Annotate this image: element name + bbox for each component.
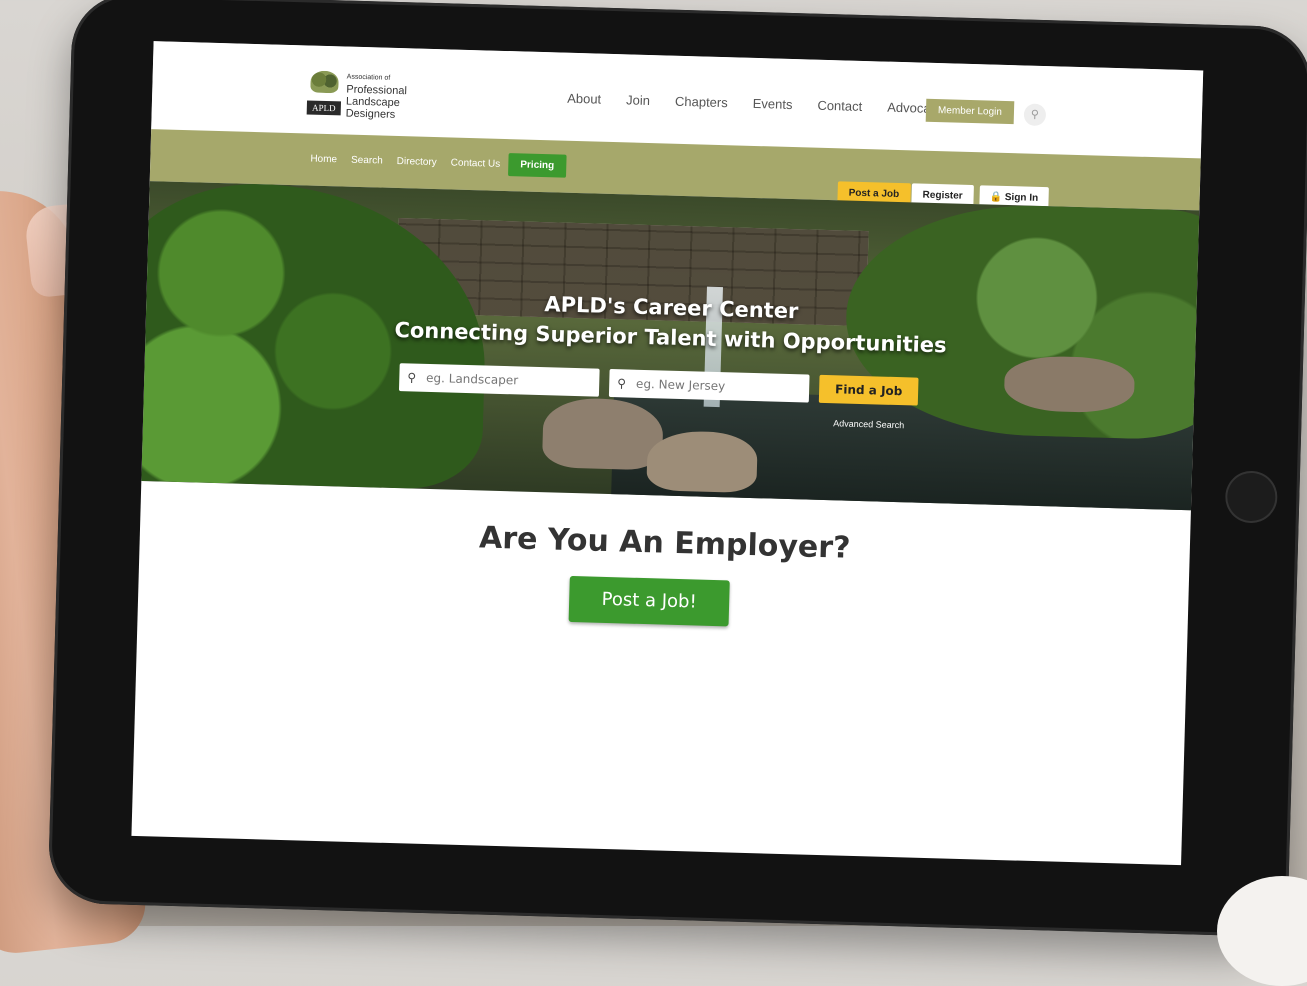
employer-heading: Are You An Employer? [478,520,851,566]
logo-line4: Designers [345,107,396,121]
subnav-contact-us[interactable]: Contact Us [451,157,501,169]
post-a-job-cta-button[interactable]: Post a Job! [568,575,730,627]
subnav-search[interactable]: Search [351,155,383,167]
sign-in-label: Sign In [1004,191,1039,204]
location-input[interactable] [633,375,799,397]
lock-icon: 🔒 [989,191,1003,203]
tree-icon [310,70,339,94]
logo-badge: APLD [306,100,342,116]
tablet-frame: APLD Association of Professional Landsca… [47,0,1307,938]
subnav-directory[interactable]: Directory [397,156,437,168]
main-nav: About Join Chapters Events Contact Advoc… [567,91,944,117]
subnav-links: Home Search Directory Contact Us [310,154,500,170]
location-field[interactable]: ⚲ [608,368,810,403]
nav-join[interactable]: Join [626,92,650,108]
nav-contact[interactable]: Contact [817,98,862,114]
logo-tree-icon: APLD [306,70,342,116]
search-icon[interactable]: ⚲ [1023,103,1047,127]
advanced-search-link[interactable]: Advanced Search [833,418,904,430]
pricing-button[interactable]: Pricing [507,153,567,178]
keyword-input[interactable] [423,369,589,391]
apld-logo[interactable]: APLD Association of Professional Landsca… [306,70,408,122]
logo-text: Association of Professional Landscape De… [346,72,408,122]
rock-image [646,430,758,494]
subnav-home[interactable]: Home [310,154,337,166]
location-pin-icon: ⚲ [617,376,627,391]
home-button[interactable] [1224,470,1279,524]
nav-chapters[interactable]: Chapters [675,94,728,110]
hero-banner: APLD's Career Center Connecting Superior… [141,181,1200,511]
member-login-button[interactable]: Member Login [925,98,1015,125]
search-icon: ⚲ [407,370,417,385]
nav-events[interactable]: Events [753,96,793,112]
keyword-field[interactable]: ⚲ [398,363,600,397]
nav-about[interactable]: About [567,91,601,107]
find-a-job-button[interactable]: Find a Job [818,374,919,406]
tablet-screen: APLD Association of Professional Landsca… [131,41,1204,866]
